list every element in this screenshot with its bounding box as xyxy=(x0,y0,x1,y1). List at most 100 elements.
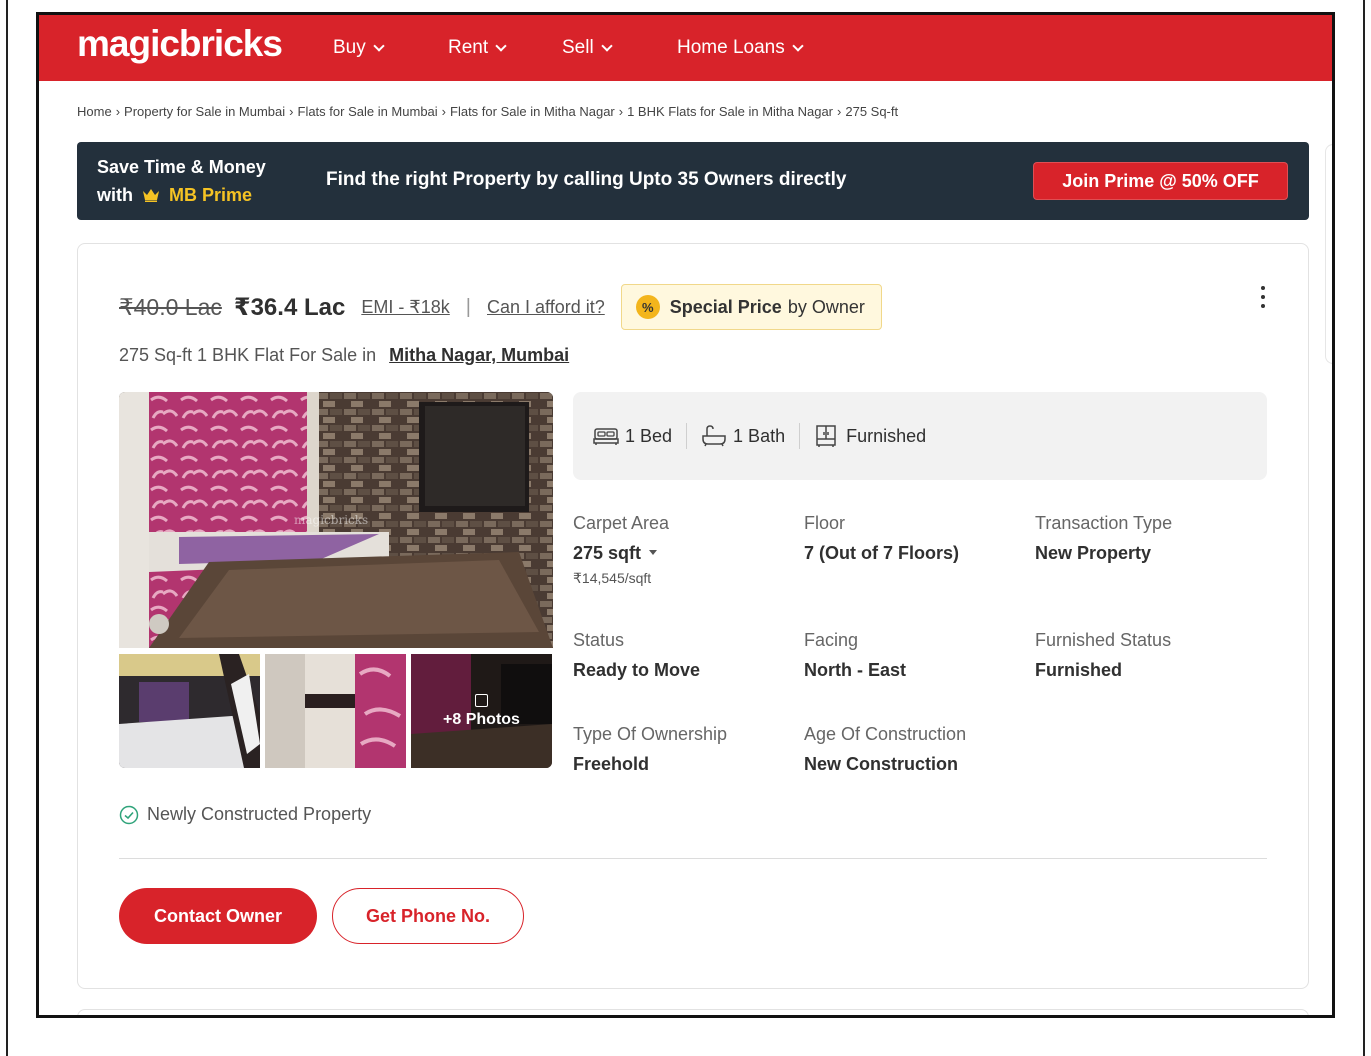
spec-value: Furnished xyxy=(1035,660,1123,680)
breadcrumb-current: 275 Sq-ft xyxy=(845,104,899,119)
prime-tagline: Save Time & Money with MB Prime xyxy=(97,153,266,209)
spec-label: Status xyxy=(573,630,625,650)
crown-icon xyxy=(143,189,160,202)
more-options-icon[interactable] xyxy=(1260,286,1266,314)
card-divider xyxy=(119,858,1267,859)
side-panel-edge xyxy=(1325,144,1332,364)
summary-divider xyxy=(686,423,688,449)
nav-rent[interactable]: Rent xyxy=(448,37,507,59)
spec-label: Transaction Type xyxy=(1035,513,1173,533)
spec-age-of-construction: Age Of Construction New Construction xyxy=(804,724,966,775)
spec-value: 7 (Out of 7 Floors) xyxy=(804,543,959,563)
next-property-card xyxy=(77,1009,1309,1015)
prime-tagline-line2: with MB Prime xyxy=(97,181,266,209)
spec-label: Age Of Construction xyxy=(804,724,967,744)
more-photos-overlay: +8 Photos xyxy=(411,654,552,768)
spec-ownership: Type Of Ownership Freehold xyxy=(573,724,727,775)
property-card: ₹40.0 Lac ₹36.4 Lac EMI - ₹18k | Can I a… xyxy=(77,243,1309,989)
magicbricks-logo[interactable]: magicbricks xyxy=(77,23,283,65)
newly-constructed-label: Newly Constructed Property xyxy=(147,804,372,824)
top-header: magicbricks Buy Rent Sell Home Loans xyxy=(39,15,1332,81)
bedroom-photo: magicbricks xyxy=(119,392,553,648)
main-photo[interactable]: magicbricks xyxy=(119,392,553,648)
nav-sell-label: Sell xyxy=(562,37,594,58)
photo-thumbnail[interactable] xyxy=(265,654,406,768)
special-price-badge: % Special Price by Owner xyxy=(620,284,882,330)
chevron-down-icon xyxy=(601,40,613,52)
chevron-down-icon xyxy=(792,40,804,52)
summary-bed: 1 Bed xyxy=(593,426,672,447)
afford-link[interactable]: Can I afford it? xyxy=(487,297,605,318)
spec-value: New Property xyxy=(1035,543,1152,563)
spec-label: Furnished Status xyxy=(1035,630,1172,650)
wardrobe-photo xyxy=(265,654,406,768)
breadcrumb-separator: › xyxy=(115,104,121,119)
spec-value: Ready to Move xyxy=(573,660,701,680)
special-price-owner: by Owner xyxy=(787,296,865,317)
breadcrumb-separator: › xyxy=(441,104,447,119)
contact-owner-button[interactable]: Contact Owner xyxy=(119,888,317,944)
spec-status: Status Ready to Move xyxy=(573,630,700,681)
bed-icon xyxy=(593,428,619,445)
more-photos-label: +8 Photos xyxy=(443,710,520,728)
listing-title: 275 Sq-ft 1 BHK Flat For Sale in Mitha N… xyxy=(119,345,569,366)
nav-buy[interactable]: Buy xyxy=(333,37,385,59)
breadcrumb: Home › Property for Sale in Mumbai › Fla… xyxy=(77,104,898,119)
prime-message: Find the right Property by calling Upto … xyxy=(326,169,847,190)
browser-viewport: magicbricks Buy Rent Sell Home Loans Hom… xyxy=(36,12,1335,1018)
emi-link[interactable]: EMI - ₹18k xyxy=(361,297,449,318)
room-photo xyxy=(119,654,260,768)
check-circle-icon xyxy=(119,805,139,824)
join-prime-button[interactable]: Join Prime @ 50% OFF xyxy=(1033,162,1288,200)
price-separator: | xyxy=(465,295,471,318)
carpet-area-dropdown[interactable]: 275 sqft xyxy=(573,543,669,564)
current-price: ₹36.4 Lac xyxy=(233,293,346,321)
location-link[interactable]: Mitha Nagar, Mumbai xyxy=(389,345,569,365)
nav-rent-label: Rent xyxy=(448,37,489,58)
svg-text:magicbricks: magicbricks xyxy=(294,513,368,527)
spec-value: Freehold xyxy=(573,754,650,774)
old-price: ₹40.0 Lac xyxy=(119,293,222,320)
price-per-sqft: ₹14,545/sqft xyxy=(573,570,652,586)
breadcrumb-property-mumbai[interactable]: Property for Sale in Mumbai xyxy=(124,104,285,119)
listing-title-text: 275 Sq-ft 1 BHK Flat For Sale in xyxy=(119,345,377,365)
wardrobe-icon xyxy=(816,425,836,447)
summary-bath-label: 1 Bath xyxy=(733,425,786,446)
breadcrumb-home[interactable]: Home xyxy=(77,104,112,119)
newly-constructed-tag: Newly Constructed Property xyxy=(119,804,371,825)
photo-thumbnail[interactable] xyxy=(119,654,260,768)
summary-bath: 1 Bath xyxy=(701,425,785,447)
breadcrumb-flats-mitha-nagar[interactable]: Flats for Sale in Mitha Nagar xyxy=(450,104,615,119)
more-photos-thumbnail[interactable]: +8 Photos xyxy=(411,654,552,768)
summary-furnishing-label: Furnished xyxy=(846,425,927,446)
breadcrumb-separator: › xyxy=(618,104,624,119)
spec-label: Floor xyxy=(804,513,846,533)
prime-with-text: with xyxy=(97,185,133,205)
spec-label: Type Of Ownership xyxy=(573,724,728,744)
price-row: ₹40.0 Lac ₹36.4 Lac EMI - ₹18k | Can I a… xyxy=(119,284,882,330)
chevron-down-icon xyxy=(373,40,385,52)
spec-label: Facing xyxy=(804,630,859,650)
spec-facing: Facing North - East xyxy=(804,630,906,681)
breadcrumb-separator: › xyxy=(837,104,842,119)
special-price-bold: Special Price xyxy=(669,296,782,317)
caret-down-icon xyxy=(649,550,658,555)
nav-home-loans-label: Home Loans xyxy=(677,37,785,58)
summary-furnishing: Furnished xyxy=(814,424,926,448)
get-phone-button[interactable]: Get Phone No. xyxy=(332,888,524,944)
summary-divider xyxy=(799,423,801,449)
spec-value: 275 sqft xyxy=(573,543,642,563)
breadcrumb-separator: › xyxy=(289,104,294,119)
spec-transaction-type: Transaction Type New Property xyxy=(1035,513,1172,564)
bathtub-icon xyxy=(702,425,726,447)
image-icon xyxy=(475,693,488,707)
spec-value: North - East xyxy=(804,660,907,680)
spec-value: New Construction xyxy=(804,754,959,774)
property-summary: 1 Bed 1 Bath Furnished xyxy=(573,392,1267,480)
nav-home-loans[interactable]: Home Loans xyxy=(677,37,804,59)
nav-buy-label: Buy xyxy=(333,37,366,58)
nav-sell[interactable]: Sell xyxy=(562,37,613,59)
breadcrumb-flats-mumbai[interactable]: Flats for Sale in Mumbai xyxy=(298,104,438,119)
chevron-down-icon xyxy=(495,40,507,52)
breadcrumb-1bhk-mitha-nagar[interactable]: 1 BHK Flats for Sale in Mitha Nagar xyxy=(627,104,833,119)
